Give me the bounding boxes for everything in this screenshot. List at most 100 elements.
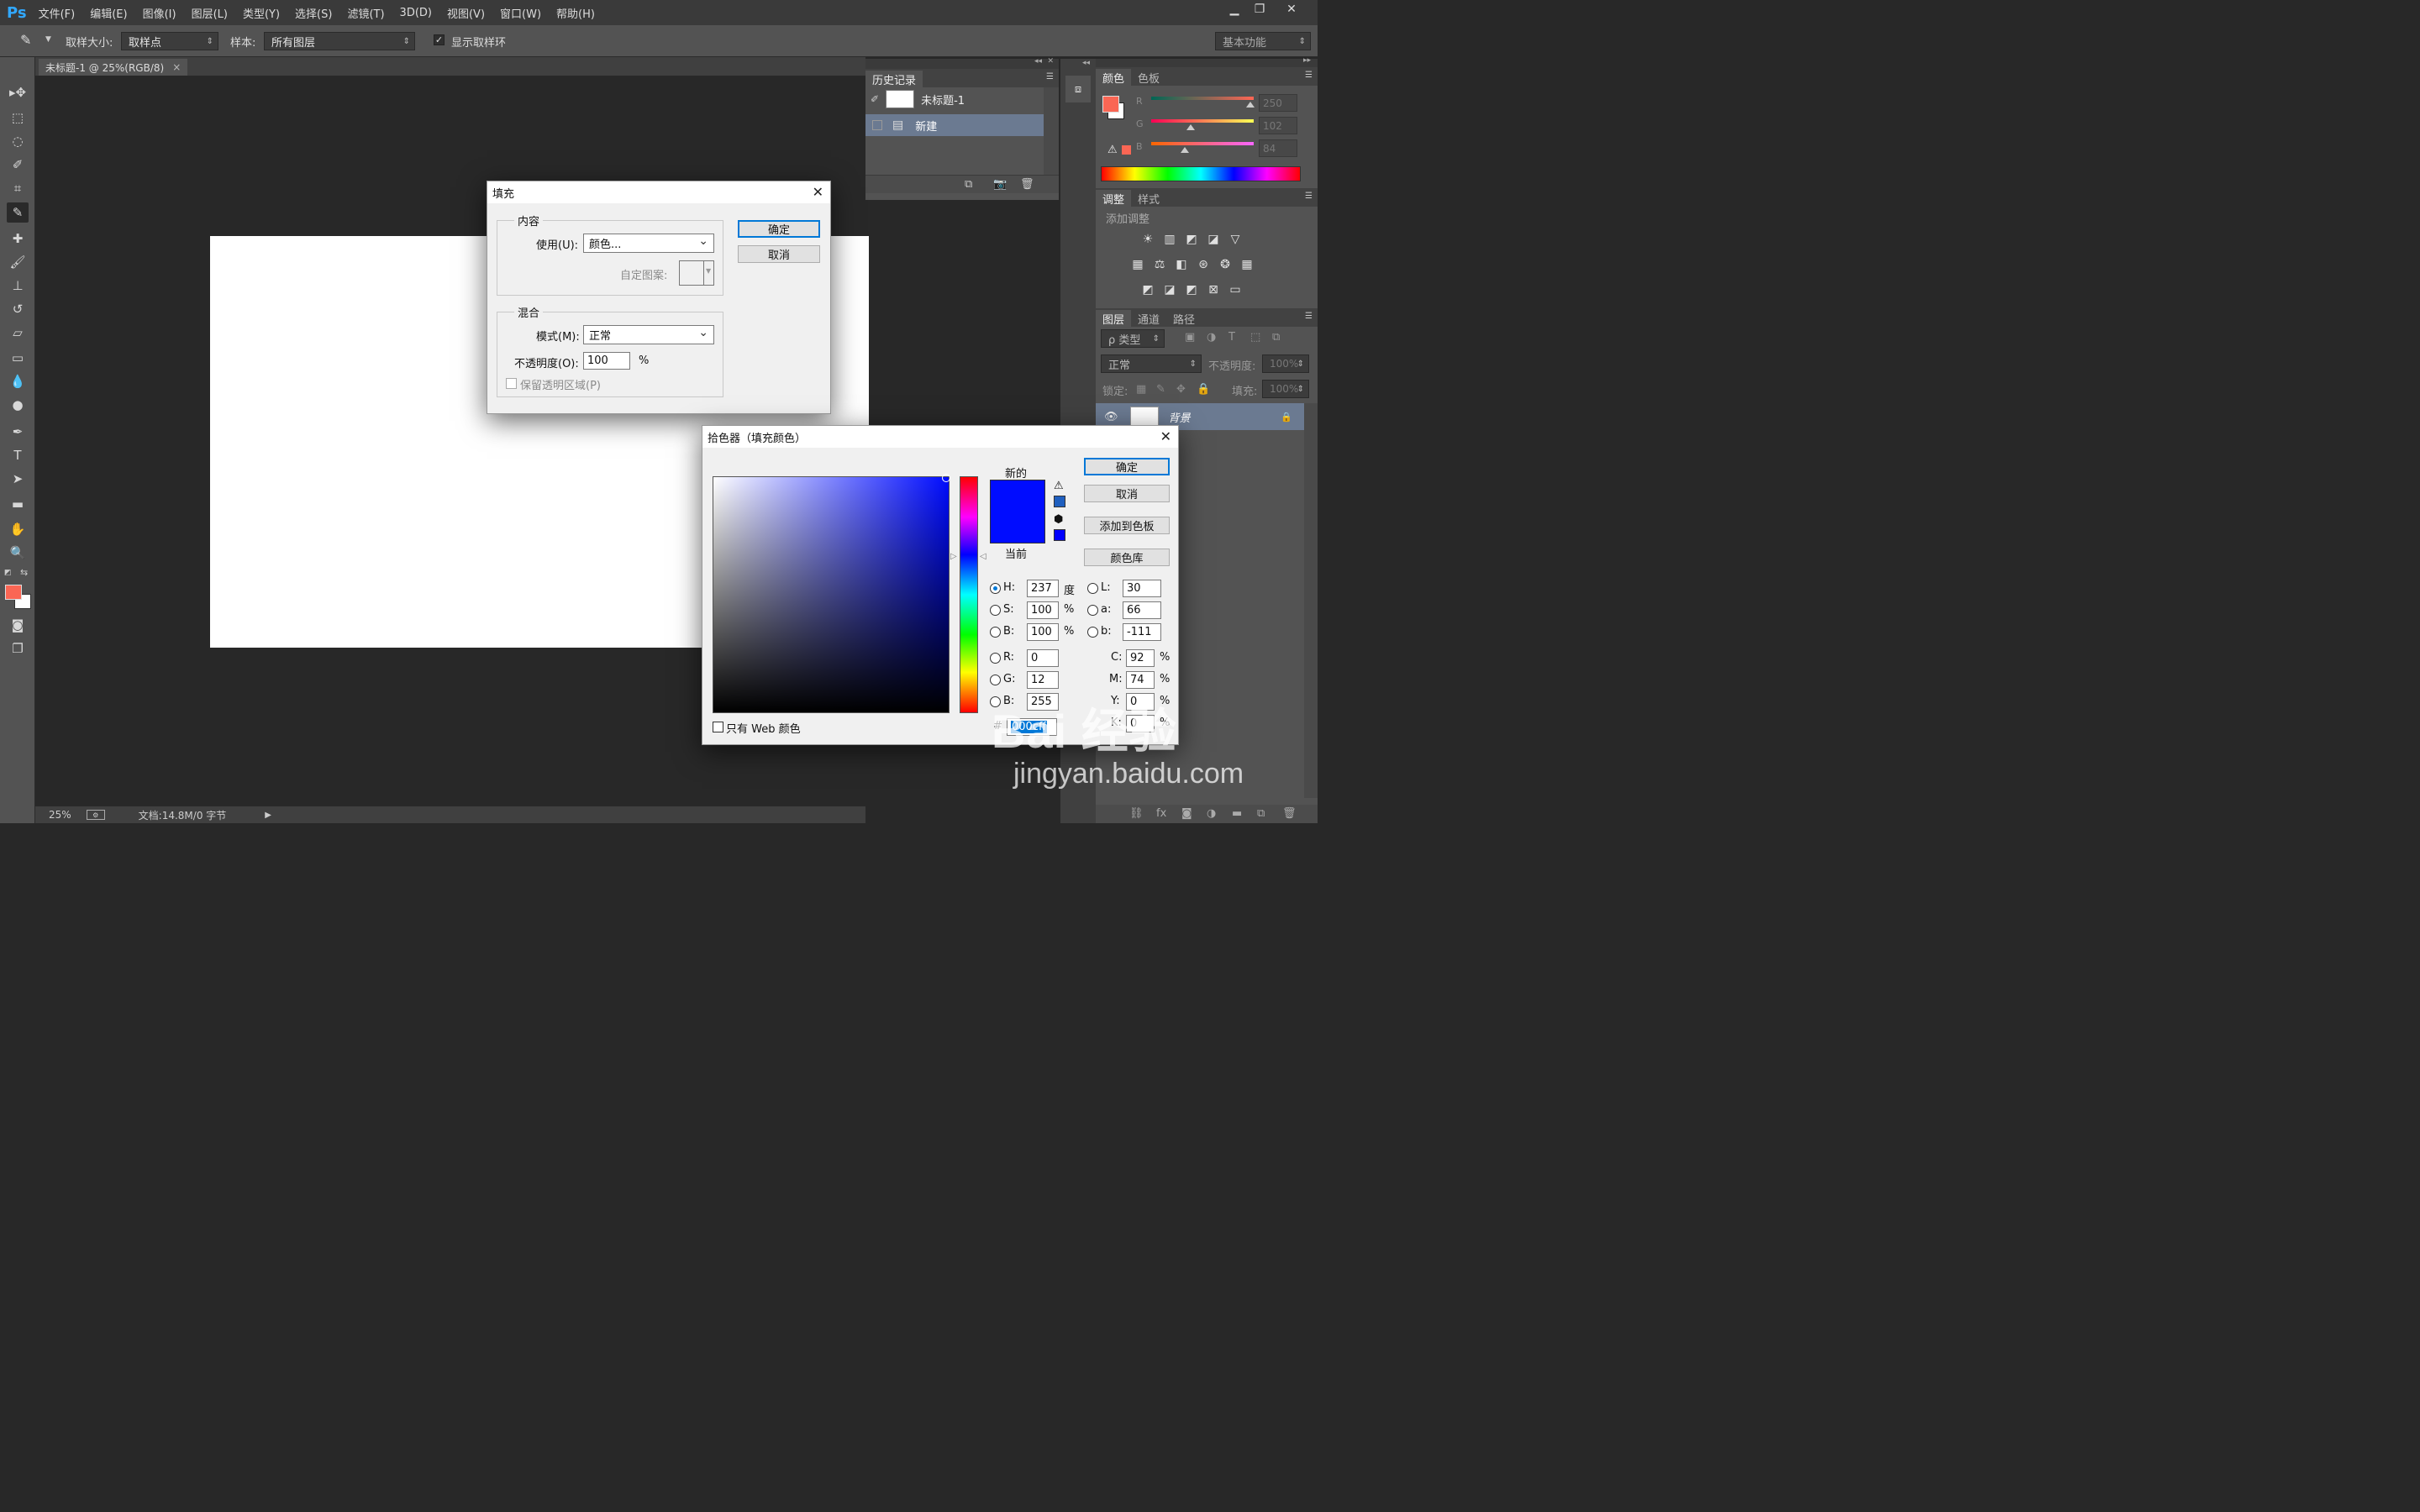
link-layers-icon[interactable]: ⛓: [1129, 807, 1144, 820]
tab-styles[interactable]: 样式: [1131, 190, 1166, 207]
status-preview-icon[interactable]: ⚙: [86, 810, 105, 820]
foreground-color-swatch[interactable]: [5, 585, 22, 600]
history-brush-tool-icon[interactable]: ↺: [7, 299, 29, 319]
picker-ok-button[interactable]: 确定: [1084, 458, 1170, 475]
lab-b-radio[interactable]: [1087, 627, 1098, 638]
gradient-map-adjust-icon[interactable]: ▭: [1227, 283, 1244, 297]
new-adjustment-icon[interactable]: ◑: [1207, 807, 1216, 820]
filter-smart-icon[interactable]: ⧉: [1272, 331, 1280, 344]
move-tool-icon[interactable]: ▸✥: [7, 82, 29, 102]
gamut-color-chip[interactable]: [1122, 145, 1131, 155]
saturation-radio[interactable]: [990, 605, 1001, 616]
hue-slider[interactable]: [960, 476, 978, 713]
color-lookup-adjust-icon[interactable]: ▦: [1239, 258, 1255, 271]
brightness-input[interactable]: 100: [1027, 623, 1059, 641]
history-scrollbar[interactable]: [1044, 87, 1059, 175]
web-safe-cube-icon[interactable]: ⬢: [1054, 513, 1063, 526]
levels-adjust-icon[interactable]: ▥: [1161, 233, 1178, 246]
gradient-tool-icon[interactable]: ▭: [7, 348, 29, 368]
posterize-adjust-icon[interactable]: ◪: [1161, 283, 1178, 297]
color-libraries-button[interactable]: 颜色库: [1084, 549, 1170, 566]
document-tab-close-icon[interactable]: ×: [172, 61, 181, 73]
web-safe-swatch[interactable]: [1054, 529, 1065, 541]
workspace-select[interactable]: 基本功能: [1215, 32, 1311, 50]
eraser-tool-icon[interactable]: ▱: [7, 323, 29, 343]
layers-panel-menu-icon[interactable]: ☰: [1305, 312, 1313, 321]
color-spectrum-bar[interactable]: [1101, 166, 1301, 181]
history-close-icon[interactable]: ✕: [1047, 57, 1054, 66]
red-radio[interactable]: [990, 653, 1001, 664]
tab-adjustments[interactable]: 调整: [1096, 190, 1132, 207]
web-colors-only-checkbox[interactable]: [713, 722, 723, 732]
out-of-gamut-warning-icon[interactable]: ⚠: [1107, 144, 1118, 156]
lasso-tool-icon[interactable]: ◌: [7, 131, 29, 151]
quick-select-tool-icon[interactable]: ✐: [7, 155, 29, 175]
stamp-tool-icon[interactable]: ⊥: [7, 276, 29, 296]
zoom-level[interactable]: 25%: [49, 809, 71, 821]
menu-window[interactable]: 窗口(W): [500, 5, 541, 21]
menu-view[interactable]: 视图(V): [447, 5, 485, 21]
add-mask-icon[interactable]: ◙: [1181, 807, 1192, 820]
lock-all-icon[interactable]: 🔒: [1197, 383, 1210, 396]
new-document-from-state-icon[interactable]: ⧉: [965, 178, 972, 191]
blend-mode-select[interactable]: 正常: [1101, 354, 1202, 373]
menu-filter[interactable]: 滤镜(T): [347, 5, 384, 21]
brush-tool-icon[interactable]: 🖌: [7, 252, 29, 272]
color-picker-titlebar[interactable]: 拾色器（填充颜色） ✕: [702, 426, 1178, 448]
status-menu-arrow-icon[interactable]: ▶: [265, 811, 271, 820]
adjust-panel-menu-icon[interactable]: ☰: [1305, 192, 1313, 201]
brightness-adjust-icon[interactable]: ☀: [1139, 233, 1156, 246]
filter-pixel-icon[interactable]: ▣: [1185, 331, 1195, 344]
tab-swatches[interactable]: 色板: [1131, 69, 1166, 86]
layer-filter-select[interactable]: ρ 类型: [1101, 329, 1165, 348]
history-snapshot[interactable]: ✐ 未标题-1: [865, 87, 1044, 111]
channel-g-input[interactable]: 102: [1259, 117, 1297, 134]
healing-brush-tool-icon[interactable]: ✚: [7, 228, 29, 249]
channel-mixer-adjust-icon[interactable]: ❂: [1217, 258, 1234, 271]
history-brush-source-icon[interactable]: ✐: [871, 93, 879, 105]
hue-slider-left-arrow-icon[interactable]: ▷: [950, 552, 957, 561]
brightness-radio[interactable]: [990, 627, 1001, 638]
menu-3d[interactable]: 3D(D): [400, 7, 432, 19]
channel-r-slider[interactable]: [1151, 97, 1254, 100]
path-select-tool-icon[interactable]: ➤: [7, 469, 29, 489]
hand-tool-icon[interactable]: ✋: [7, 519, 29, 539]
new-snapshot-icon[interactable]: 📷: [993, 178, 1007, 191]
history-step[interactable]: ▤ 新建: [865, 114, 1044, 136]
tab-color[interactable]: 颜色: [1096, 69, 1132, 86]
swap-colors-icon[interactable]: ⇆: [20, 567, 28, 578]
show-ring-checkbox[interactable]: ✓: [434, 34, 445, 45]
fill-dialog-titlebar[interactable]: 填充 ✕: [487, 181, 830, 203]
current-color-swatch[interactable]: [990, 512, 1045, 543]
color-field-marker[interactable]: [942, 474, 950, 482]
menu-edit[interactable]: 编辑(E): [90, 5, 127, 21]
rectangle-tool-icon[interactable]: ▬: [7, 494, 29, 514]
picker-cancel-button[interactable]: 取消: [1084, 485, 1170, 502]
close-window-button[interactable]: ✕: [1279, 0, 1304, 18]
saturation-input[interactable]: 100: [1027, 601, 1059, 619]
type-tool-icon[interactable]: T: [7, 445, 29, 465]
red-input[interactable]: 0: [1027, 649, 1059, 667]
sample-select[interactable]: 所有图层: [264, 32, 415, 50]
channel-b-slider[interactable]: [1151, 142, 1254, 145]
delete-state-icon[interactable]: 🗑: [1020, 178, 1034, 191]
threshold-adjust-icon[interactable]: ◩: [1183, 283, 1200, 297]
add-to-swatches-button[interactable]: 添加到色板: [1084, 517, 1170, 534]
minimize-button[interactable]: ▁: [1222, 0, 1247, 18]
document-tab[interactable]: 未标题-1 @ 25%(RGB/8) ×: [39, 59, 188, 76]
tab-layers[interactable]: 图层: [1096, 310, 1132, 327]
crop-tool-icon[interactable]: ⌗: [7, 178, 29, 198]
color-panel-menu-icon[interactable]: ☰: [1305, 71, 1313, 80]
right-column-collapse-icon[interactable]: ▸▸: [1303, 56, 1311, 65]
mode-select[interactable]: 正常: [583, 325, 714, 344]
gamut-warning-icon[interactable]: ⚠: [1054, 480, 1064, 492]
properties-panel-icon[interactable]: ⧈: [1065, 76, 1091, 102]
zoom-tool-icon[interactable]: 🔍: [7, 543, 29, 563]
eyedropper-icon[interactable]: ✎: [20, 32, 31, 48]
hue-slider-right-arrow-icon[interactable]: ◁: [980, 552, 986, 561]
history-step-checkbox[interactable]: [872, 120, 882, 130]
color-panel-foreground-swatch[interactable]: [1102, 96, 1119, 113]
restore-button[interactable]: ❐: [1247, 0, 1272, 18]
photo-filter-adjust-icon[interactable]: ⊛: [1195, 258, 1212, 271]
exposure-adjust-icon[interactable]: ◪: [1205, 233, 1222, 246]
